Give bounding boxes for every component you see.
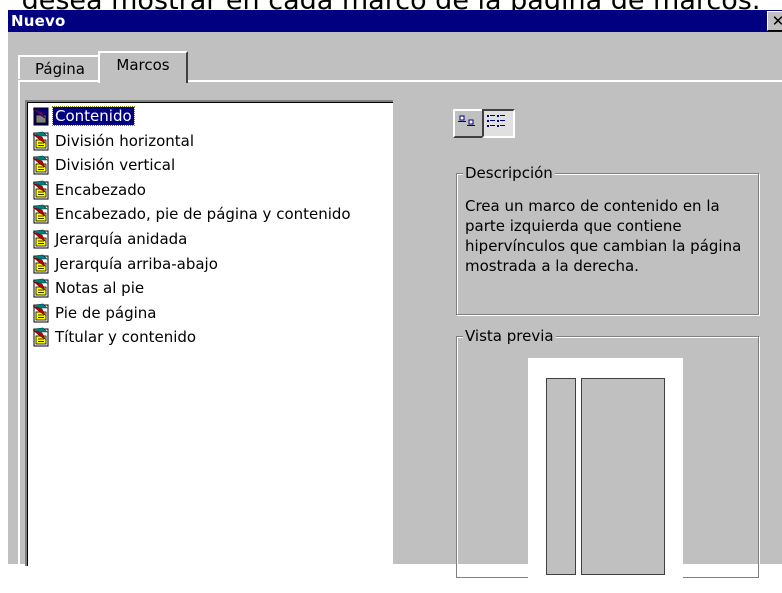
frame-template-list[interactable]: Contenido División horizontal División ver… bbox=[25, 100, 393, 566]
list-item[interactable]: Pie de página bbox=[31, 301, 159, 325]
list-item[interactable]: Encabezado bbox=[31, 178, 148, 202]
frame-template-icon bbox=[31, 180, 51, 200]
list-view-button[interactable] bbox=[482, 109, 515, 138]
preview-left-frame bbox=[546, 378, 576, 575]
preview-page-thumbnail bbox=[528, 358, 683, 593]
tab-pagina-label: Página bbox=[35, 60, 85, 78]
list-item-label: Notas al pie bbox=[55, 279, 145, 298]
list-item[interactable]: Jerarquía anidada bbox=[31, 227, 189, 251]
large-icons-view-icon bbox=[458, 115, 475, 126]
list-item[interactable]: Títular y contenido bbox=[31, 325, 198, 349]
title-bar: Nuevo ✕ bbox=[8, 10, 782, 32]
frame-template-icon bbox=[31, 131, 51, 151]
list-item-label: División horizontal bbox=[55, 131, 195, 150]
description-legend: Descripción bbox=[463, 164, 555, 182]
list-item[interactable]: Jerarquía arriba-abajo bbox=[31, 252, 220, 276]
list-item[interactable]: Notas al pie bbox=[31, 276, 146, 300]
close-button[interactable]: ✕ bbox=[767, 11, 782, 31]
list-item-label: Contenido bbox=[52, 106, 135, 126]
description-group: Descripción Crea un marco de contenido e… bbox=[456, 164, 759, 315]
frame-template-icon bbox=[31, 254, 51, 274]
list-item-label: Encabezado, pie de página y contenido bbox=[55, 205, 351, 224]
frame-template-icon bbox=[31, 204, 51, 224]
list-item-label: Pie de página bbox=[55, 303, 157, 322]
frame-template-icon bbox=[31, 303, 51, 323]
close-icon: ✕ bbox=[771, 12, 782, 30]
tab-marcos-label: Marcos bbox=[116, 56, 170, 74]
frame-template-icon bbox=[31, 106, 51, 126]
list-item[interactable]: División vertical bbox=[31, 153, 177, 177]
preview-group: Vista previa bbox=[456, 327, 759, 593]
list-view-icon bbox=[487, 115, 505, 127]
list-item-label: División vertical bbox=[55, 156, 176, 175]
frame-template-icon bbox=[31, 327, 51, 347]
frame-template-icon bbox=[31, 155, 51, 175]
frame-template-icon bbox=[31, 278, 51, 298]
list-item-label: Jerarquía arriba-abajo bbox=[55, 254, 218, 273]
preview-legend: Vista previa bbox=[463, 327, 556, 345]
list-item-label: Títular y contenido bbox=[55, 328, 197, 347]
tab-pagina[interactable]: Página bbox=[18, 55, 102, 79]
list-item[interactable]: División horizontal bbox=[31, 129, 196, 153]
preview-right-frame bbox=[581, 378, 665, 575]
list-item[interactable]: Contenido bbox=[31, 104, 135, 128]
tab-marcos[interactable]: Marcos bbox=[98, 51, 188, 83]
list-item-label: Encabezado bbox=[55, 180, 146, 199]
dialog-title: Nuevo bbox=[11, 12, 66, 30]
list-item-label: Jerarquía anidada bbox=[55, 230, 188, 248]
list-item[interactable]: Encabezado, pie de página y contenido bbox=[31, 202, 353, 226]
frame-template-icon bbox=[31, 229, 51, 249]
description-text: Crea un marco de contenido en la parte i… bbox=[465, 197, 742, 275]
